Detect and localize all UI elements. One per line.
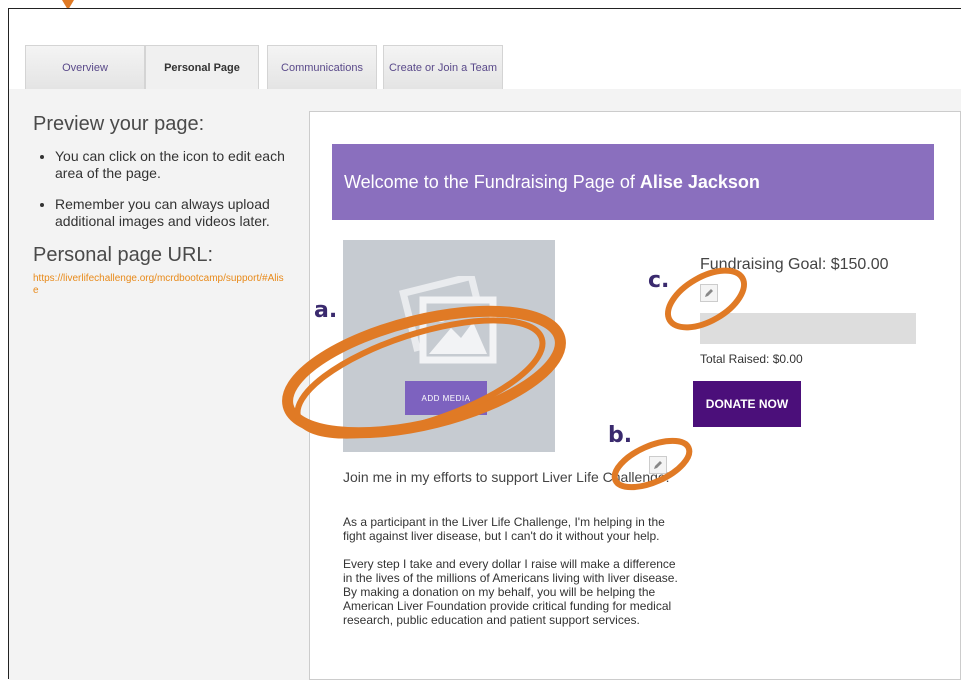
tab-communications[interactable]: Communications: [267, 45, 377, 89]
page-preview: Welcome to the Fundraising Page of Alise…: [309, 111, 961, 680]
story-paragraph: Every step I take and every dollar I rai…: [343, 557, 678, 627]
annotation-label-b: b.: [608, 423, 633, 448]
annotation-label-c: c.: [648, 268, 670, 293]
welcome-banner: Welcome to the Fundraising Page of Alise…: [332, 144, 934, 220]
tips-list: You can click on the icon to edit each a…: [33, 148, 293, 230]
preview-heading: Preview your page:: [33, 113, 205, 135]
fundraising-progress-bar: [700, 313, 916, 344]
story-body: As a participant in the Liver Life Chall…: [343, 515, 683, 641]
tab-personal-page[interactable]: Personal Page: [145, 45, 259, 90]
story-paragraph: As a participant in the Liver Life Chall…: [343, 515, 665, 543]
tab-bar: Overview Personal Page Communications Cr…: [9, 9, 961, 90]
banner-prefix: Welcome to the Fundraising Page of: [344, 171, 635, 192]
tip-item: Remember you can always upload additiona…: [55, 196, 293, 230]
tip-item: You can click on the icon to edit each a…: [55, 148, 293, 182]
total-raised: Total Raised: $0.00: [700, 352, 803, 366]
donate-now-button[interactable]: DONATE NOW: [693, 381, 801, 427]
fundraising-goal: Fundraising Goal: $150.00: [700, 256, 889, 273]
banner-name: Alise Jackson: [639, 171, 760, 192]
edit-goal-button[interactable]: [700, 284, 718, 302]
media-placeholder: ADD MEDIA: [343, 240, 555, 452]
url-heading: Personal page URL:: [33, 244, 214, 266]
add-media-button[interactable]: ADD MEDIA: [405, 381, 487, 415]
personal-page-url-link[interactable]: https://liverlifechallenge.org/mcrdbootc…: [33, 273, 289, 297]
pencil-icon: [705, 289, 713, 297]
story-title: Join me in my efforts to support Liver L…: [343, 469, 670, 485]
left-panel: Preview your page: You can click on the …: [33, 113, 293, 297]
tab-create-or-join-team[interactable]: Create or Join a Team: [383, 45, 503, 89]
page-frame: Overview Personal Page Communications Cr…: [8, 8, 961, 680]
content-area: Preview your page: You can click on the …: [9, 89, 961, 680]
annotation-label-a: a.: [314, 298, 338, 323]
tab-overview[interactable]: Overview: [25, 45, 145, 89]
image-placeholder-icon: [399, 276, 497, 364]
